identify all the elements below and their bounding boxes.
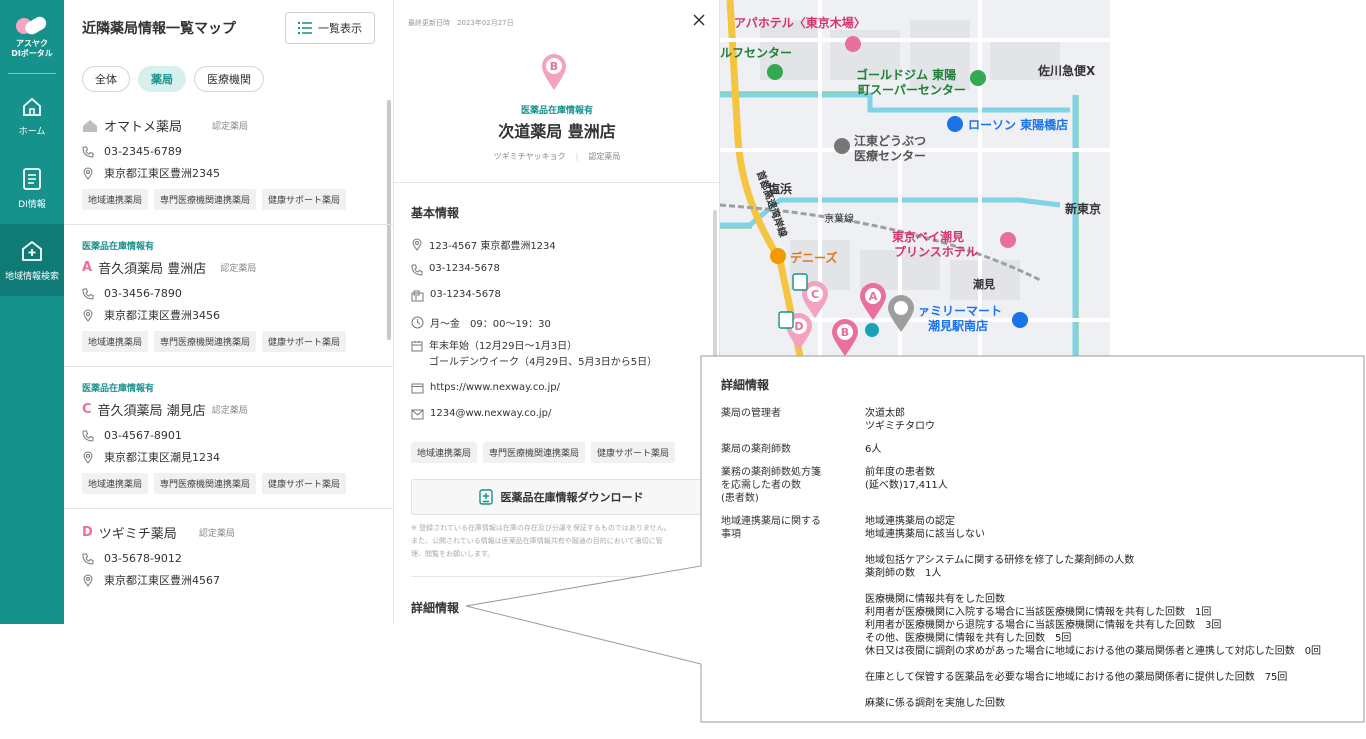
value-line: 地域包括ケアシステムに関する研修を修了した薬剤師の人数 — [865, 555, 1135, 566]
value-line: 薬剤師の数 1人 — [865, 568, 942, 579]
value-line: その他、医療機関に情報を共有した回数 5回 — [865, 633, 1072, 644]
detail-info-callout: 詳細情報 薬局の管理者 次道太郎 ツギミチタロウ 薬局の薬剤師数 6人 業務の薬… — [701, 356, 1365, 723]
callout-value: 前年度の患者数 (延べ数)17,411人 — [865, 466, 948, 505]
value-line: 6人 — [865, 444, 882, 455]
value-line: (延べ数)17,411人 — [865, 480, 948, 491]
key-line: 薬局の管理者 — [721, 408, 781, 419]
value-line: 前年度の患者数 — [865, 467, 935, 478]
value-line: 利用者が医療機関に入院する場合に当該医療機関に情報を共有した回数 1回 — [865, 607, 1212, 618]
callout-value: 地域連携薬局の認定 地域連携薬局に該当しない 地域包括ケアシステムに関する研修を… — [865, 515, 1321, 710]
value-line: 医療機関に情報共有をした回数 — [865, 594, 1005, 605]
callout-key: 業務の薬剤師数処方箋 を応需した者の数 (患者数) — [721, 466, 865, 505]
value-line: 麻薬に係る調剤を実施した回数 — [865, 698, 1005, 709]
value-line — [865, 541, 1321, 554]
value-line: 在庫として保管する医薬品を必要な場合に地域における他の薬局関係者に提供した回数 … — [865, 672, 1288, 683]
key-line: 薬局の薬剤師数 — [721, 444, 791, 455]
value-line: 地域連携薬局に該当しない — [865, 529, 985, 540]
key-line: を応需した者の数 — [721, 480, 801, 491]
key-line: 事項 — [721, 529, 741, 540]
callout-value: 6人 — [865, 443, 881, 456]
value-line — [865, 658, 1321, 671]
value-line: 次道太郎 — [865, 408, 905, 419]
key-line: 業務の薬剤師数処方箋 — [721, 467, 821, 478]
value-line: 地域連携薬局の認定 — [865, 516, 955, 527]
value-line: ツギミチタロウ — [865, 421, 935, 432]
callout-title: 詳細情報 — [721, 378, 770, 392]
callout-key: 薬局の管理者 — [721, 407, 865, 433]
value-line — [865, 580, 1321, 593]
value-line: 利用者が医療機関から退院する場合に当該医療機関に情報を共有した回数 3回 — [865, 620, 1222, 631]
key-line: 地域連携薬局に関する — [721, 516, 821, 527]
value-line — [865, 684, 1321, 697]
callout-row: 業務の薬剤師数処方箋 を応需した者の数 (患者数) 前年度の患者数 (延べ数)1… — [721, 466, 1345, 505]
key-line: (患者数) — [721, 493, 759, 504]
callout-row: 薬局の薬剤師数 6人 — [721, 443, 1345, 456]
callout-value: 次道太郎 ツギミチタロウ — [865, 407, 935, 433]
value-line: 休日又は夜間に調剤の求めがあった場合に地域における他の薬局関係者と連携して対応し… — [865, 646, 1322, 657]
callout-row: 地域連携薬局に関する 事項 地域連携薬局の認定 地域連携薬局に該当しない 地域包… — [721, 515, 1345, 710]
callout-key: 薬局の薬剤師数 — [721, 443, 865, 456]
callout-key: 地域連携薬局に関する 事項 — [721, 515, 865, 710]
callout-row: 薬局の管理者 次道太郎 ツギミチタロウ — [721, 407, 1345, 433]
